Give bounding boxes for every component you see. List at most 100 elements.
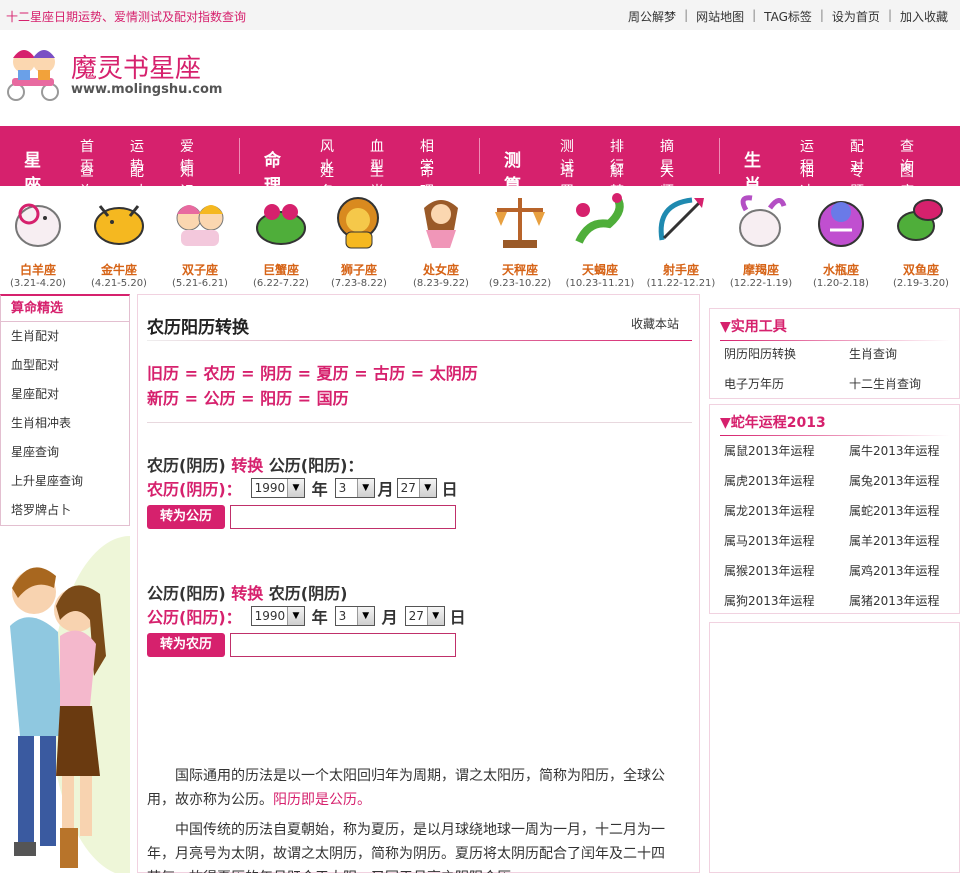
solar-month-select[interactable]: 3 ▼ bbox=[334, 606, 375, 626]
zodiac-pisces[interactable]: 双鱼座 (2.19-3.20) bbox=[882, 190, 960, 289]
nav-divider bbox=[719, 138, 720, 174]
fortune-link[interactable]: 属兔2013年运程 bbox=[849, 472, 940, 489]
zodiac-aries[interactable]: 白羊座 (3.21-4.20) bbox=[0, 190, 77, 289]
zodiac-date: (4.21-5.20) bbox=[91, 278, 147, 289]
capricorn-icon bbox=[739, 195, 787, 247]
lunar-result-field[interactable] bbox=[230, 633, 456, 657]
zodiac-name: 狮子座 bbox=[340, 263, 377, 277]
zodiac-libra[interactable]: 天秤座 (9.23-10.22) bbox=[481, 190, 559, 289]
lunar-to-solar-heading: 农历(阴历) 转换 公历(阳历)： bbox=[147, 456, 364, 475]
scorpio-icon bbox=[575, 193, 624, 244]
fortune-link[interactable]: 属鸡2013年运程 bbox=[849, 562, 940, 579]
zodiac-aquarius[interactable]: 水瓶座 (1.20-2.18) bbox=[802, 190, 880, 289]
nav-divider bbox=[479, 138, 480, 174]
fortune-link[interactable]: 属鼠2013年运程 bbox=[724, 442, 815, 459]
chevron-down-icon: ▼ bbox=[287, 479, 304, 497]
zodiac-name: 天秤座 bbox=[501, 263, 538, 277]
zodiac-cancer[interactable]: 巨蟹座 (6.22-7.22) bbox=[242, 190, 320, 289]
fortune-link[interactable]: 属马2013年运程 bbox=[724, 532, 815, 549]
zodiac-capricorn[interactable]: 摩羯座 (12.22-1.19) bbox=[722, 190, 800, 289]
zodiac-leo[interactable]: 狮子座 (7.23-8.22) bbox=[320, 190, 398, 289]
tool-link[interactable]: 电子万年历 bbox=[724, 375, 784, 392]
fortune-link[interactable]: 属虎2013年运程 bbox=[724, 472, 815, 489]
zodiac-taurus[interactable]: 金牛座 (4.21-5.20) bbox=[80, 190, 158, 289]
nav-divider bbox=[239, 138, 240, 174]
lunar-month-select[interactable]: 3 ▼ bbox=[334, 478, 375, 498]
sidebar-item[interactable]: 星座配对 bbox=[1, 380, 129, 409]
zodiac-date: (3.21-4.20) bbox=[10, 278, 66, 289]
zodiac-virgo[interactable]: 处女座 (8.23-9.22) bbox=[402, 190, 480, 289]
top-links: 周公解梦 | 网站地图 | TAG标签 | 设为首页 | 加入收藏 bbox=[628, 8, 948, 25]
zodiac-name: 摩羯座 bbox=[742, 263, 779, 277]
zodiac-date: (8.23-9.22) bbox=[413, 278, 469, 289]
cancer-icon bbox=[256, 204, 306, 245]
sidebar-item[interactable]: 塔罗牌占卜 bbox=[1, 496, 129, 525]
to-solar-button[interactable]: 转为公历 bbox=[147, 505, 225, 529]
sidebar-item[interactable]: 生肖相冲表 bbox=[1, 409, 129, 438]
lunar-date-label: 农历(阴历)： bbox=[147, 480, 242, 499]
solar-year-select[interactable]: 1990 ▼ bbox=[250, 606, 305, 626]
zodiac-date: (11.22-12.21) bbox=[646, 278, 716, 289]
intro-paragraph-2: 中国传统的历法自夏朝始，称为夏历，是以月球绕地球一周为一月，十二月为一年，月亮号… bbox=[147, 822, 665, 873]
main-content: 农历阳历转换 收藏本站 旧历 = 农历 = 阴历 = 夏历 = 古历 = 太阴历… bbox=[137, 294, 700, 873]
tool-link[interactable]: 阴历阳历转换 bbox=[724, 345, 796, 362]
sagittarius-icon bbox=[658, 197, 704, 241]
libra-icon bbox=[495, 198, 545, 248]
site-slogan: 十二星座日期运势、爱情测试及配对指数查询 bbox=[6, 10, 247, 24]
leo-icon bbox=[337, 197, 379, 249]
sidebar-item[interactable]: 上升星座查询 bbox=[1, 467, 129, 496]
lunar-year-select[interactable]: 1990 ▼ bbox=[250, 478, 305, 498]
lunar-date-row: 农历(阴历)： 1990 ▼ 年 3 ▼ 月 27 ▼ 日 bbox=[147, 476, 458, 500]
fortune-link[interactable]: 属猴2013年运程 bbox=[724, 562, 815, 579]
fortune-link[interactable]: 属龙2013年运程 bbox=[724, 502, 815, 519]
new-calendar-names: 新历 = 公历 = 阳历 = 国历 bbox=[147, 389, 349, 408]
aries-icon bbox=[15, 203, 61, 247]
left-sidebar: 算命精选 生肖配对 血型配对 星座配对 生肖相冲表 星座查询 上升星座查询 塔罗… bbox=[0, 294, 130, 526]
fortune-link[interactable]: 属羊2013年运程 bbox=[849, 532, 940, 549]
zodiac-name: 双鱼座 bbox=[902, 263, 939, 277]
tool-link[interactable]: 十二生肖查询 bbox=[849, 375, 921, 392]
title-divider bbox=[147, 340, 692, 341]
mascot-logo-icon[interactable] bbox=[4, 40, 64, 102]
chevron-down-icon: ▼ bbox=[287, 607, 304, 625]
zodiac-name: 处女座 bbox=[422, 263, 459, 277]
zodiac-date: (10.23-11.21) bbox=[565, 278, 635, 289]
top-link-sitemap[interactable]: 网站地图 bbox=[696, 8, 744, 25]
tool-link[interactable]: 生肖查询 bbox=[849, 345, 897, 362]
fortune-link[interactable]: 属牛2013年运程 bbox=[849, 442, 940, 459]
zodiac-scorpio[interactable]: 天蝎座 (10.23-11.21) bbox=[561, 190, 639, 289]
solar-result-field[interactable] bbox=[230, 505, 456, 529]
fortune-picks-box: 算命精选 生肖配对 血型配对 星座配对 生肖相冲表 星座查询 上升星座查询 塔罗… bbox=[0, 294, 130, 526]
intro-paragraph-1: 国际通用的历法是以一个太阳回归年为周期，谓之太阳历，简称为阳历，全球公用，故亦称… bbox=[147, 768, 665, 808]
zodiac-sagittarius[interactable]: 射手座 (11.22-12.21) bbox=[642, 190, 720, 289]
solar-day-select[interactable]: 27 ▼ bbox=[404, 606, 445, 626]
fortune-link[interactable]: 属猪2013年运程 bbox=[849, 592, 940, 609]
lunar-day-select[interactable]: 27 ▼ bbox=[396, 478, 437, 498]
tools-divider bbox=[720, 340, 950, 341]
sidebar-item[interactable]: 生肖配对 bbox=[1, 322, 129, 351]
top-link-homepage[interactable]: 设为首页 bbox=[832, 8, 880, 25]
snake-year-title: ▼蛇年运程2013 bbox=[720, 415, 826, 431]
bookmark-link[interactable]: 收藏本站 bbox=[631, 315, 679, 332]
gemini-icon bbox=[176, 205, 224, 246]
brand-name[interactable]: 魔灵书星座 bbox=[71, 48, 201, 85]
top-link-dream[interactable]: 周公解梦 bbox=[628, 8, 676, 25]
pisces-icon bbox=[897, 199, 943, 241]
couple-illustration-icon bbox=[10, 536, 130, 873]
fortune-link[interactable]: 属蛇2013年运程 bbox=[849, 502, 940, 519]
chevron-down-icon: ▼ bbox=[426, 607, 444, 625]
zodiac-date: (5.21-6.21) bbox=[172, 278, 228, 289]
zodiac-date: (12.22-1.19) bbox=[729, 278, 793, 289]
sidebar-item[interactable]: 星座查询 bbox=[1, 438, 129, 467]
to-lunar-button[interactable]: 转为农历 bbox=[147, 633, 225, 657]
zodiac-gemini[interactable]: 双子座 (5.21-6.21) bbox=[161, 190, 239, 289]
top-link-tags[interactable]: TAG标签 bbox=[764, 8, 812, 25]
old-calendar-names: 旧历 = 农历 = 阴历 = 夏历 = 古历 = 太阴历 bbox=[147, 364, 478, 383]
chevron-down-icon: ▼ bbox=[418, 479, 436, 497]
sidebar-item[interactable]: 血型配对 bbox=[1, 351, 129, 380]
page-title: 农历阳历转换 bbox=[147, 318, 249, 338]
zodiac-date: (2.19-3.20) bbox=[893, 278, 949, 289]
top-link-favorite[interactable]: 加入收藏 bbox=[900, 8, 948, 25]
fortune-link[interactable]: 属狗2013年运程 bbox=[724, 592, 815, 609]
fortune-picks-title: 算命精选 bbox=[1, 296, 129, 322]
